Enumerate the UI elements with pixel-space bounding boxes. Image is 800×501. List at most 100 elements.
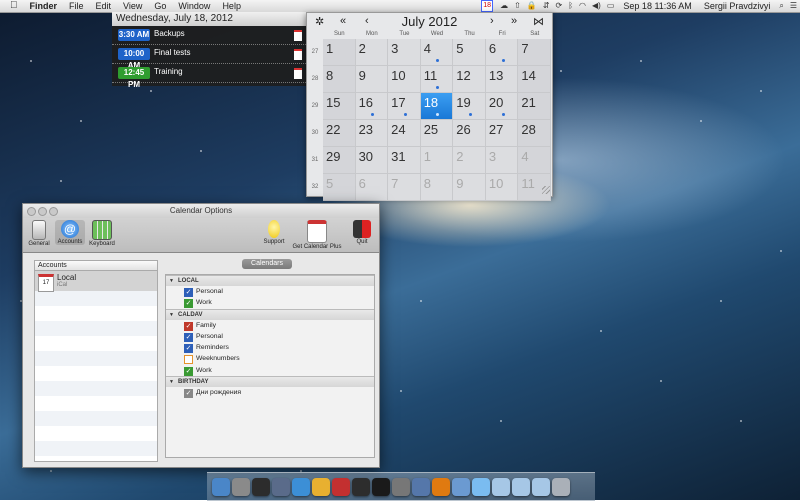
day-cell[interactable]: 16	[355, 93, 389, 120]
day-cell[interactable]: 4	[420, 39, 454, 66]
day-cell[interactable]: 7	[518, 39, 551, 66]
menu-window[interactable]: Window	[172, 0, 216, 12]
day-cell[interactable]: 17	[388, 93, 421, 120]
day-cell[interactable]: 1	[420, 147, 454, 174]
day-cell[interactable]: 23	[355, 120, 389, 147]
sync-icon[interactable]: ⟳	[553, 0, 566, 12]
day-cell[interactable]: 5	[453, 39, 486, 66]
calendars-tab[interactable]: Calendars	[242, 259, 292, 269]
apple-icon[interactable]: 	[0, 0, 24, 12]
folder-icon[interactable]	[492, 478, 510, 496]
notification-center-icon[interactable]: ☰	[787, 0, 800, 12]
vlc-icon[interactable]	[432, 478, 450, 496]
calendar-item[interactable]: ✓ Personal	[166, 331, 374, 342]
menu-file[interactable]: File	[63, 0, 90, 12]
day-cell[interactable]: 2	[355, 39, 389, 66]
day-cell[interactable]: 2	[453, 147, 486, 174]
spotlight-icon[interactable]: ⌕	[776, 0, 786, 12]
calendar-item[interactable]: Weeknumbers	[166, 353, 374, 365]
checkbox[interactable]: ✓	[184, 288, 193, 297]
day-cell[interactable]: 10	[388, 66, 421, 93]
checkbox[interactable]: ✓	[184, 366, 193, 376]
trash-icon[interactable]	[552, 478, 570, 496]
volume-icon[interactable]: ◀)	[589, 0, 604, 12]
wifi-icon[interactable]: ◠	[576, 0, 589, 12]
checkbox[interactable]: ✓	[184, 321, 193, 331]
day-cell[interactable]: 9	[355, 66, 389, 93]
toolbar-general[interactable]: General	[26, 220, 52, 247]
bluetooth-icon[interactable]: ᛒ	[565, 0, 576, 12]
day-cell[interactable]: 19	[453, 93, 486, 120]
vmware-icon[interactable]	[412, 478, 430, 496]
day-cell[interactable]: 26	[453, 120, 486, 147]
calendar-item[interactable]: ✓ Дни рождения	[166, 387, 374, 399]
toolbar-quit[interactable]: Quit	[350, 220, 374, 245]
user-name[interactable]: Sergii Pravdzivyi	[698, 0, 777, 12]
checkbox[interactable]: ✓	[184, 389, 193, 399]
day-cell[interactable]: 6	[355, 174, 389, 201]
close-button[interactable]	[27, 207, 36, 216]
account-local[interactable]: 17 Local iCal	[35, 271, 157, 292]
calendar-item[interactable]: ✓ Reminders	[166, 342, 374, 354]
toolbar-keyboard[interactable]: Keyboard	[87, 220, 117, 247]
day-cell[interactable]: 3	[485, 147, 519, 174]
finder-icon[interactable]	[212, 478, 230, 496]
xcode-icon[interactable]	[452, 478, 470, 496]
day-cell[interactable]: 8	[420, 174, 454, 201]
menu-edit[interactable]: Edit	[90, 0, 118, 12]
day-cell[interactable]: 6	[485, 39, 519, 66]
calendar-item[interactable]: ✓ Family	[166, 320, 374, 331]
messages-icon[interactable]	[472, 478, 490, 496]
day-cell-today[interactable]: 18	[420, 93, 454, 120]
menu-finder[interactable]: Finder	[24, 0, 64, 12]
day-cell[interactable]: 3	[388, 39, 421, 66]
day-cell[interactable]: 22	[323, 120, 356, 147]
day-cell[interactable]: 7	[388, 174, 421, 201]
calendar-item[interactable]: ✓ Personal	[166, 286, 374, 297]
day-cell[interactable]: 27	[485, 120, 519, 147]
day-cell[interactable]: 14	[518, 66, 551, 93]
toolbar-accounts[interactable]: @ Accounts	[55, 220, 85, 245]
calendar-status-icon[interactable]: 18	[481, 0, 494, 12]
documents-icon[interactable]	[532, 478, 550, 496]
calendar-item[interactable]: ✓ Work	[166, 365, 374, 376]
calendar-group-header[interactable]: LOCAL	[166, 275, 374, 286]
day-cell[interactable]: 10	[485, 174, 519, 201]
downloads-icon[interactable]	[512, 478, 530, 496]
upload-icon[interactable]: ⇧	[511, 0, 524, 12]
next-month-button[interactable]: ›	[490, 15, 494, 27]
network-icon[interactable]: ⇵	[540, 0, 553, 12]
day-cell[interactable]: 29	[323, 147, 356, 174]
day-cell[interactable]: 12	[453, 66, 486, 93]
resize-grip[interactable]	[542, 186, 550, 194]
menu-help[interactable]: Help	[216, 0, 247, 12]
checkbox[interactable]	[184, 355, 193, 365]
day-cell[interactable]: 13	[485, 66, 519, 93]
zoom-button[interactable]	[49, 207, 58, 216]
agenda-event[interactable]: 12:45 PM Training	[112, 64, 306, 89]
day-cell[interactable]: 1	[323, 39, 356, 66]
day-cell[interactable]: 21	[518, 93, 551, 120]
menu-go[interactable]: Go	[148, 0, 172, 12]
minimize-button[interactable]	[38, 207, 47, 216]
day-cell[interactable]: 31	[388, 147, 421, 174]
checkbox[interactable]: ✓	[184, 332, 193, 342]
clock[interactable]: Sep 18 11:36 AM	[617, 0, 697, 12]
toolbar-get-calendar-plus[interactable]: Get Calendar Plus	[290, 220, 344, 250]
checkbox[interactable]: ✓	[184, 299, 193, 309]
lock-icon[interactable]: 🔒	[524, 0, 540, 12]
menu-view[interactable]: View	[117, 0, 148, 12]
chrome-icon[interactable]	[312, 478, 330, 496]
agenda-event[interactable]: 10:00 AM Final tests	[112, 45, 306, 70]
day-cell[interactable]: 9	[453, 174, 486, 201]
checkbox[interactable]: ✓	[184, 344, 193, 354]
calendar-icon[interactable]	[332, 478, 350, 496]
calendar-group-header[interactable]: CALDAV	[166, 308, 374, 320]
calendar-item[interactable]: ✓ Work	[166, 297, 374, 309]
system-preferences-icon[interactable]	[392, 478, 410, 496]
day-cell[interactable]: 4	[518, 147, 551, 174]
day-cell[interactable]: 20	[485, 93, 519, 120]
next-year-button[interactable]: »	[511, 15, 517, 27]
activity-monitor-icon[interactable]	[352, 478, 370, 496]
launchpad-icon[interactable]	[232, 478, 250, 496]
